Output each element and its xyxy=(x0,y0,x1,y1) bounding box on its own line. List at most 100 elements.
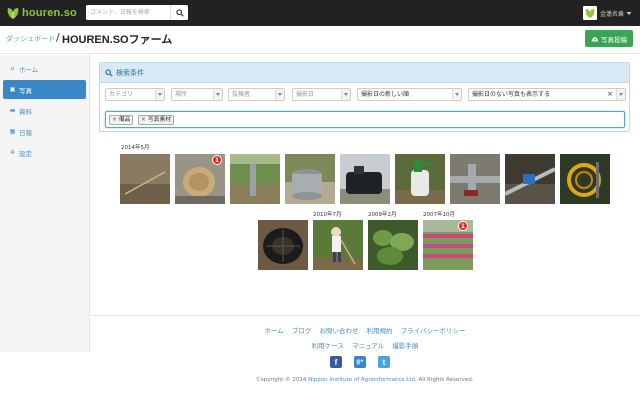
category-select[interactable]: カテゴリ xyxy=(105,88,165,101)
footer-link-blog[interactable]: ブログ xyxy=(292,327,312,335)
sidebar-item-label: 写真 xyxy=(19,86,32,95)
page-header: ダッシュボード / HOUREN.SOファーム 写真投稿 xyxy=(0,26,640,54)
google-plus-icon[interactable]: g+ xyxy=(354,356,366,368)
copyright: Copyright © 2014 Nippon Institute of Agr… xyxy=(90,377,640,383)
comment-count-badge: 1 xyxy=(212,155,222,165)
remove-tag-icon[interactable]: × xyxy=(112,117,117,123)
social-links: f g+ t xyxy=(330,356,390,368)
picture-icon: ▣ xyxy=(9,86,16,93)
footer-link-privacy[interactable]: プライバシーポリシー xyxy=(401,327,466,335)
footer-link-manual[interactable]: マニュアル xyxy=(352,342,384,350)
top-navbar: houren.so 金蓮名乗 xyxy=(0,0,640,26)
user-menu[interactable]: 金蓮名乗 xyxy=(582,4,632,22)
search-panel-header[interactable]: 検索条件 xyxy=(100,63,629,83)
sidebar-item-home[interactable]: ⌂ ホーム xyxy=(3,59,86,78)
footer-link-terms[interactable]: 利用規約 xyxy=(367,327,393,335)
search-icon xyxy=(105,68,113,77)
page-title: HOUREN.SOファーム xyxy=(62,34,173,46)
avatar-leaf-icon xyxy=(585,9,595,18)
sort-order-select[interactable]: 撮影日の新しい順 xyxy=(357,88,462,101)
tags-input[interactable]: × 備品 × 写真素材 xyxy=(105,111,625,128)
post-photo-label: 写真投稿 xyxy=(601,35,627,44)
sidebar-item-label: ホーム xyxy=(19,65,39,74)
footer-link-contact[interactable]: お問い合わせ xyxy=(319,327,358,335)
category-select-label: カテゴリ xyxy=(109,91,134,98)
undated-photos-label: 撮影日のない写真も表示する xyxy=(472,91,551,98)
footer-links-secondary: 利用ケース マニュアル 撮影手順 xyxy=(90,340,640,350)
photo-thumbnail[interactable] xyxy=(285,154,335,204)
sidebar-item-label: 資料 xyxy=(19,107,32,116)
chevron-down-icon xyxy=(275,89,284,100)
search-icon xyxy=(175,8,184,17)
undated-photos-select[interactable]: 撮影日のない写真も表示する × xyxy=(468,88,626,101)
photo-thumbnail[interactable] xyxy=(395,154,445,204)
sidebar-item-label: 設定 xyxy=(19,149,32,158)
date-label: 2010年7月 xyxy=(313,212,342,218)
facebook-icon[interactable]: f xyxy=(330,356,342,368)
leaf-logo-icon xyxy=(7,8,19,19)
copyright-suffix: All Rights Reserved. xyxy=(418,377,474,383)
place-select-label: 場所 xyxy=(175,91,188,98)
photo-thumbnail[interactable] xyxy=(368,220,418,270)
breadcrumb-dashboard-link[interactable]: ダッシュボード xyxy=(6,34,55,44)
photo-thumbnail[interactable] xyxy=(505,154,555,204)
photo-thumbnail[interactable] xyxy=(450,154,500,204)
sidebar-item-photos[interactable]: ▣ 写真 xyxy=(3,80,86,99)
place-select[interactable]: 場所 xyxy=(171,88,223,101)
calendar-icon: ▦ xyxy=(9,128,16,135)
logo-text: houren.so xyxy=(22,7,77,19)
search-box xyxy=(86,5,188,20)
photo-thumbnail[interactable] xyxy=(560,154,610,204)
date-select[interactable]: 撮影日 xyxy=(292,88,351,101)
chevron-down-icon xyxy=(341,89,350,100)
photo-thumbnail[interactable] xyxy=(313,220,363,270)
date-label: 2009年2月 xyxy=(368,212,397,218)
poster-select[interactable]: 投稿者 xyxy=(228,88,285,101)
date-select-label: 撮影日 xyxy=(296,91,315,98)
tag-chip: × 備品 xyxy=(109,115,134,125)
chevron-down-icon xyxy=(626,11,632,15)
folder-icon: ▬ xyxy=(9,107,16,114)
footer-divider xyxy=(90,315,640,316)
chevron-down-icon xyxy=(155,89,164,100)
poster-select-label: 投稿者 xyxy=(232,91,251,98)
tag-label: 備品 xyxy=(118,117,131,123)
remove-tag-icon[interactable]: × xyxy=(141,117,146,123)
cloud-upload-icon xyxy=(591,36,599,41)
chevron-down-icon xyxy=(213,89,222,100)
photo-thumbnail[interactable] xyxy=(230,154,280,204)
post-photo-button[interactable]: 写真投稿 xyxy=(585,30,633,47)
footer-link-shooting-guide[interactable]: 撮影手順 xyxy=(392,342,418,350)
tag-label: 写真素材 xyxy=(147,117,172,123)
date-label: 2007年10月 xyxy=(423,212,455,218)
photo-thumbnail[interactable] xyxy=(258,220,308,270)
tag-chip: × 写真素材 xyxy=(138,115,175,125)
home-icon: ⌂ xyxy=(10,65,15,72)
footer-link-use-cases[interactable]: 利用ケース xyxy=(312,342,344,350)
sidebar-item-documents[interactable]: ▬ 資料 xyxy=(3,101,86,120)
sidebar-item-daily-report[interactable]: ▦ 日報 xyxy=(3,122,86,141)
date-label: 2014年5月 xyxy=(121,145,150,151)
chevron-down-icon xyxy=(616,89,625,100)
comment-count-badge: 1 xyxy=(458,221,468,231)
search-button[interactable] xyxy=(170,5,188,20)
chevron-down-icon xyxy=(452,89,461,100)
twitter-icon[interactable]: t xyxy=(378,356,390,368)
copyright-org-link[interactable]: Nippon Institute of Agroinformatics Ltd. xyxy=(308,377,417,383)
photo-thumbnail[interactable] xyxy=(120,154,170,204)
search-panel-title: 検索条件 xyxy=(116,68,144,77)
sidebar: ⌂ ホーム ▣ 写真 ▬ 資料 ▦ 日報 ✲ 設定 xyxy=(0,55,90,352)
sort-order-label: 撮影日の新しい順 xyxy=(361,91,410,98)
copyright-prefix: Copyright © 2014 xyxy=(256,377,307,383)
avatar xyxy=(582,6,597,20)
footer-link-home[interactable]: ホーム xyxy=(265,327,284,335)
sidebar-item-settings[interactable]: ✲ 設定 xyxy=(3,143,86,162)
user-name: 金蓮名乗 xyxy=(599,10,624,18)
clear-icon[interactable]: × xyxy=(607,89,613,100)
photo-thumbnail[interactable] xyxy=(340,154,390,204)
breadcrumb-separator: / xyxy=(56,31,60,44)
search-input[interactable] xyxy=(86,5,170,20)
sidebar-item-label: 日報 xyxy=(19,128,32,137)
logo[interactable]: houren.so xyxy=(6,5,77,21)
gear-icon: ✲ xyxy=(9,149,16,156)
